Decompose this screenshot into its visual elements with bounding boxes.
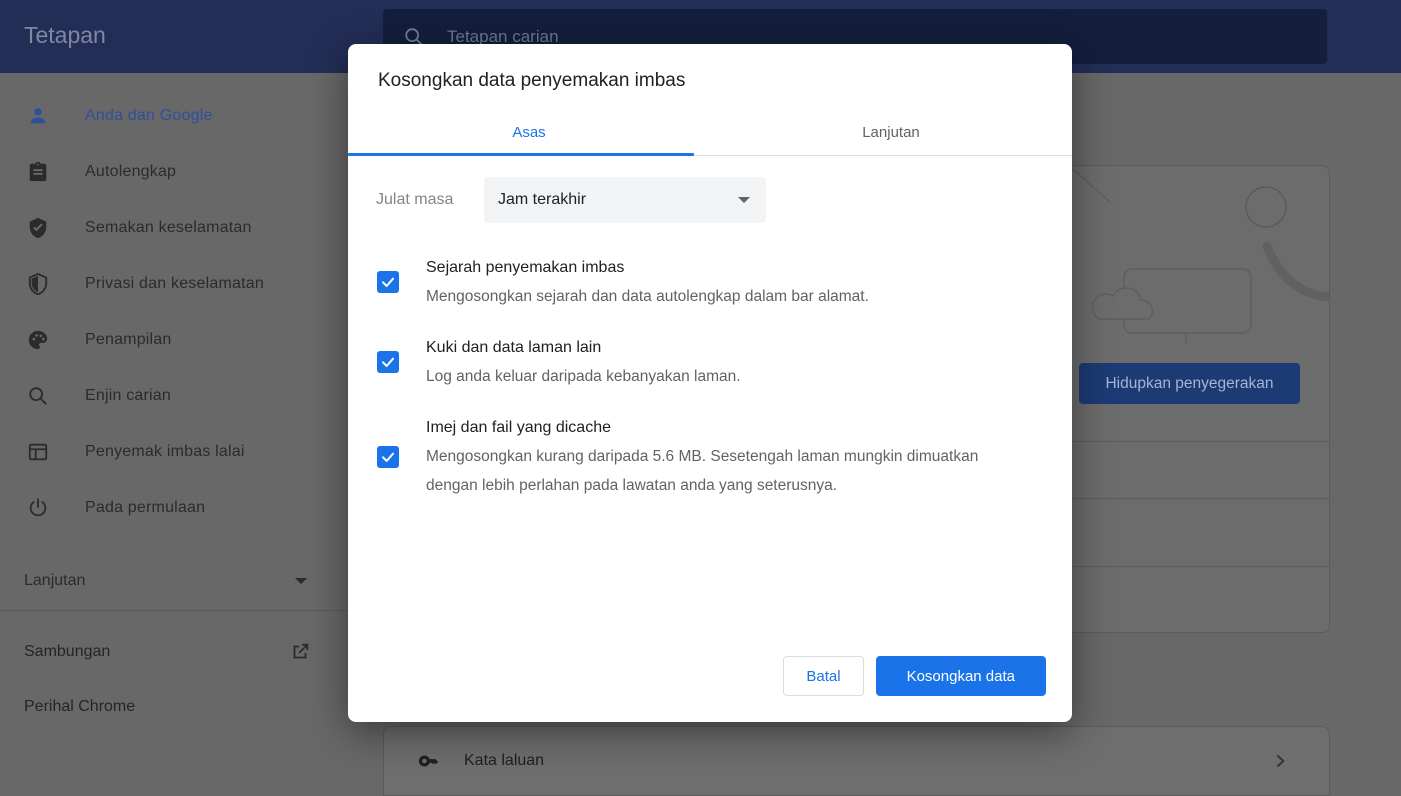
check-icon (380, 449, 396, 465)
sidebar-item-on-startup[interactable]: Pada permulaan (0, 480, 348, 536)
turn-on-sync-button[interactable]: Hidupkan penyegerakan (1079, 363, 1300, 404)
sidebar-item-autofill[interactable]: Autolengkap (0, 144, 348, 200)
dialog-title: Kosongkan data penyemakan imbas (378, 70, 1072, 92)
sidebar-advanced-toggle[interactable]: Lanjutan (0, 553, 348, 609)
time-range-label: Julat masa (376, 191, 484, 209)
autofill-icon (27, 161, 49, 183)
power-icon (27, 497, 49, 519)
time-range-select[interactable]: Jam terakhir (484, 177, 766, 223)
person-icon (27, 105, 49, 127)
page-title: Tetapan (24, 22, 106, 49)
safety-check-icon (27, 217, 49, 239)
checkbox-description: Mengosongkan kurang daripada 5.6 MB. Ses… (426, 442, 986, 500)
chevron-down-icon (295, 578, 307, 584)
sidebar-item-you-and-google[interactable]: Anda dan Google (0, 88, 348, 144)
cookies-checkbox[interactable] (377, 351, 399, 373)
sidebar-item-about-chrome[interactable]: Perihal Chrome (0, 679, 348, 735)
browser-icon (27, 441, 49, 463)
sidebar: Anda dan Google Autolengkap Semakan kese… (0, 73, 348, 786)
clear-data-button[interactable]: Kosongkan data (876, 656, 1046, 696)
dialog-body: Julat masa Jam terakhir Sejarah penyemak… (348, 177, 1072, 500)
checkbox-title: Imej dan fail yang dicache (426, 413, 986, 442)
browsing-history-checkbox[interactable] (377, 271, 399, 293)
chevron-down-icon (738, 197, 750, 203)
checkbox-title: Sejarah penyemakan imbas (426, 253, 869, 282)
check-icon (380, 274, 396, 290)
sidebar-item-default-browser[interactable]: Penyemak imbas lalai (0, 424, 348, 480)
sidebar-divider (0, 610, 348, 611)
palette-icon (27, 329, 49, 351)
passwords-row-label: Kata laluan (464, 752, 544, 770)
checkbox-row-cookies: Kuki dan data laman lain Log anda keluar… (376, 333, 1044, 391)
key-icon (418, 750, 440, 772)
sync-illustration (1029, 166, 1329, 446)
checkbox-title: Kuki dan data laman lain (426, 333, 741, 362)
cached-files-checkbox[interactable] (377, 446, 399, 468)
check-icon (380, 354, 396, 370)
tab-basic[interactable]: Asas (348, 109, 710, 156)
checkbox-description: Log anda keluar daripada kebanyakan lama… (426, 362, 741, 391)
checkbox-row-cache: Imej dan fail yang dicache Mengosongkan … (376, 413, 1044, 500)
passwords-row[interactable]: Kata laluan (384, 727, 1329, 795)
time-range-value: Jam terakhir (498, 191, 586, 209)
sidebar-item-privacy-security[interactable]: Privasi dan keselamatan (0, 256, 348, 312)
dialog-actions: Batal Kosongkan data (783, 656, 1046, 696)
sidebar-item-extensions[interactable]: Sambungan (0, 624, 348, 680)
privacy-shield-icon (27, 273, 49, 295)
cancel-button[interactable]: Batal (783, 656, 863, 696)
tab-advanced[interactable]: Lanjutan (710, 109, 1072, 156)
open-in-new-icon (289, 641, 311, 663)
checkbox-description: Mengosongkan sejarah dan data autolengka… (426, 282, 869, 311)
checkbox-row-history: Sejarah penyemakan imbas Mengosongkan se… (376, 253, 1044, 311)
sidebar-item-appearance[interactable]: Penampilan (0, 312, 348, 368)
time-range-row: Julat masa Jam terakhir (376, 177, 1044, 223)
active-tab-indicator (348, 153, 694, 156)
dialog-tabs: Asas Lanjutan (348, 109, 1072, 156)
clear-browsing-data-dialog: Kosongkan data penyemakan imbas Asas Lan… (348, 44, 1072, 722)
sidebar-item-safety-check[interactable]: Semakan keselamatan (0, 200, 348, 256)
search-icon (27, 385, 49, 407)
sidebar-item-search-engine[interactable]: Enjin carian (0, 368, 348, 424)
chevron-right-icon (1270, 751, 1290, 771)
